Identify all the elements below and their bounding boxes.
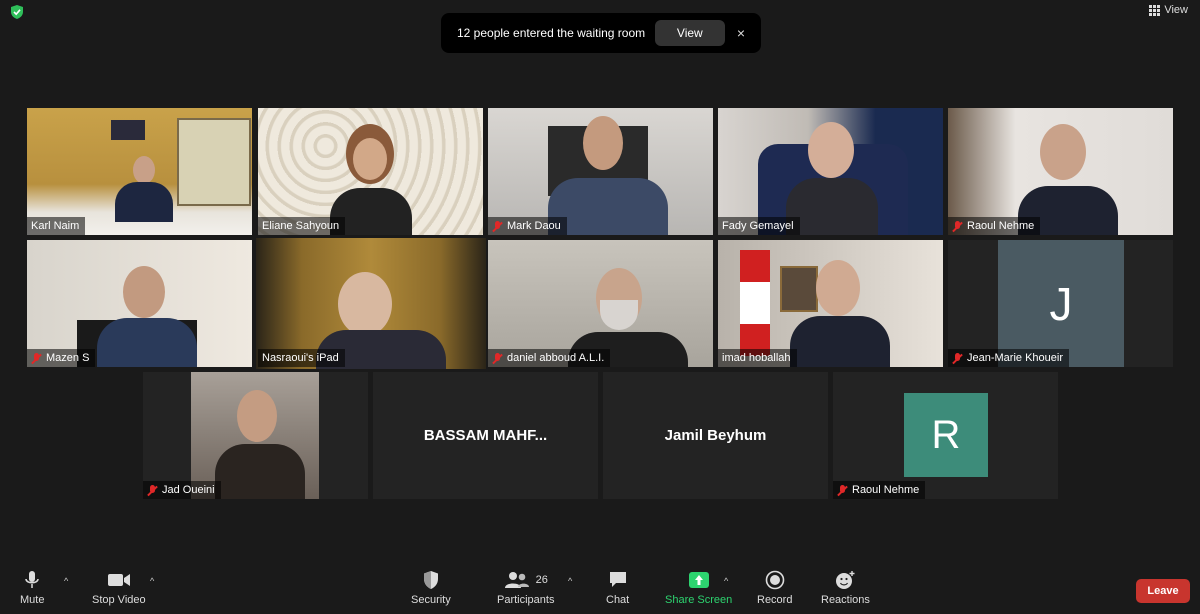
- view-layout-button[interactable]: View: [1149, 4, 1188, 16]
- reactions-label: Reactions: [821, 594, 870, 606]
- share-screen-label: Share Screen: [665, 594, 733, 606]
- video-tile[interactable]: Raoul Nehme: [948, 108, 1173, 235]
- video-tile[interactable]: imad hoballah: [718, 240, 943, 367]
- chat-label: Chat: [606, 594, 630, 606]
- video-tile[interactable]: Mark Daou: [488, 108, 713, 235]
- video-tile[interactable]: Mazen S: [27, 240, 252, 367]
- record-icon: [765, 570, 785, 590]
- participant-name: Mazen S: [27, 349, 96, 367]
- participant-name: Fady Gemayel: [718, 217, 800, 235]
- participant-name: Jad Oueini: [143, 481, 221, 499]
- muted-mic-icon: [837, 484, 848, 496]
- video-tile[interactable]: Jamil Beyhum: [603, 372, 828, 499]
- avatar: J: [998, 240, 1124, 367]
- mute-button[interactable]: Mute: [20, 570, 44, 606]
- participant-name: Mark Daou: [488, 217, 567, 235]
- muted-mic-icon: [492, 352, 503, 364]
- participant-name: daniel abboud A.L.I.: [488, 349, 611, 367]
- share-options-caret-icon[interactable]: ^: [724, 576, 728, 586]
- meeting-toolbar: Mute ^ Stop Video ^ Security 26 Particip…: [0, 564, 1200, 614]
- close-notification-icon[interactable]: ×: [737, 25, 745, 41]
- security-label: Security: [411, 594, 451, 606]
- share-screen-arrow-icon: [688, 570, 710, 590]
- participant-display-name: Jamil Beyhum: [664, 427, 767, 444]
- video-tile[interactable]: Fady Gemayel: [718, 108, 943, 235]
- participant-name: imad hoballah: [718, 349, 797, 367]
- video-camera-icon: [107, 570, 131, 590]
- participant-name: Karl Naim: [27, 217, 86, 235]
- muted-mic-icon: [147, 484, 158, 496]
- video-tile[interactable]: R Raoul Nehme: [833, 372, 1058, 499]
- participant-display-name: BASSAM MAHF...: [423, 427, 548, 444]
- participants-options-caret-icon[interactable]: ^: [568, 576, 572, 586]
- participants-count: 26: [535, 574, 548, 586]
- video-tile[interactable]: Eliane Sahyoun: [258, 108, 483, 235]
- participant-name: Eliane Sahyoun: [258, 217, 346, 235]
- waiting-room-view-button[interactable]: View: [654, 20, 725, 46]
- record-label: Record: [757, 594, 793, 606]
- video-tile[interactable]: Jad Oueini: [143, 372, 368, 499]
- reactions-button[interactable]: Reactions: [821, 570, 870, 606]
- video-options-caret-icon[interactable]: ^: [150, 576, 154, 586]
- video-tile[interactable]: J Jean-Marie Khoueir: [948, 240, 1173, 367]
- participant-name: Jean-Marie Khoueir: [948, 349, 1069, 367]
- mute-options-caret-icon[interactable]: ^: [64, 576, 68, 586]
- participants-label: Participants: [497, 594, 555, 606]
- chat-button[interactable]: Chat: [606, 570, 629, 606]
- stop-video-label: Stop Video: [92, 594, 146, 606]
- participants-icon: 26: [504, 570, 548, 590]
- participant-name: Raoul Nehme: [833, 481, 926, 499]
- smiley-reaction-icon: [834, 570, 856, 590]
- participant-name: Nasraoui's iPad: [258, 349, 345, 367]
- waiting-room-notification: 12 people entered the waiting room View …: [441, 13, 761, 53]
- leave-button[interactable]: Leave: [1136, 579, 1190, 603]
- video-tile[interactable]: daniel abboud A.L.I.: [488, 240, 713, 367]
- avatar: R: [904, 393, 988, 477]
- security-shield-icon[interactable]: [10, 5, 24, 19]
- waiting-room-text: 12 people entered the waiting room: [457, 26, 646, 40]
- grid-view-icon: [1149, 4, 1161, 16]
- muted-mic-icon: [952, 352, 963, 364]
- share-screen-button[interactable]: Share Screen: [665, 570, 732, 606]
- muted-mic-icon: [31, 352, 42, 364]
- security-shield-icon: [422, 570, 440, 590]
- chat-bubble-icon: [608, 570, 628, 590]
- participants-button[interactable]: 26 Participants: [497, 570, 554, 606]
- video-tile[interactable]: BASSAM MAHF...: [373, 372, 598, 499]
- muted-mic-icon: [952, 220, 963, 232]
- record-button[interactable]: Record: [757, 570, 792, 606]
- video-tile-active-speaker[interactable]: Nasraoui's iPad: [256, 238, 486, 369]
- muted-mic-icon: [492, 220, 503, 232]
- video-tile[interactable]: Karl Naim: [27, 108, 252, 235]
- microphone-icon: [24, 570, 40, 590]
- participant-name: Raoul Nehme: [948, 217, 1041, 235]
- security-button[interactable]: Security: [411, 570, 451, 606]
- mute-label: Mute: [20, 594, 45, 606]
- stop-video-button[interactable]: Stop Video: [92, 570, 146, 606]
- view-label: View: [1164, 4, 1188, 16]
